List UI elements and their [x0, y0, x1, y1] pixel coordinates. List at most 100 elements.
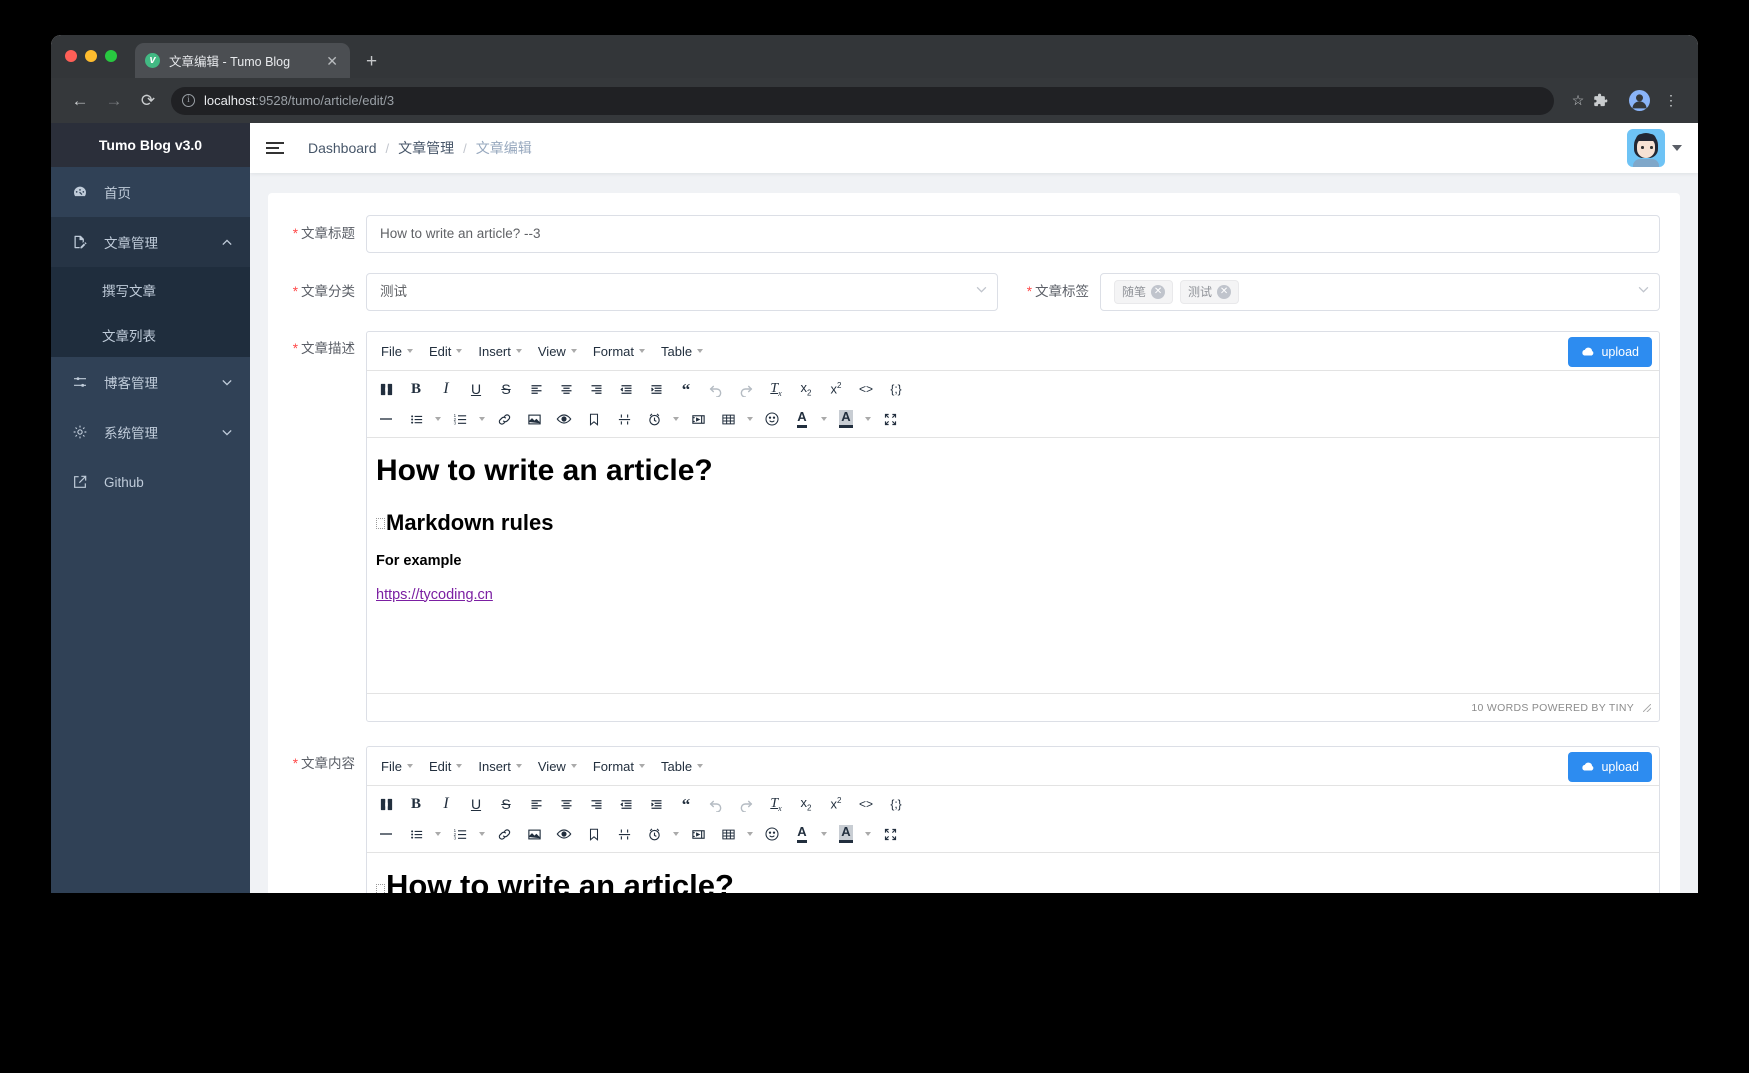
- avatar[interactable]: [1627, 129, 1665, 167]
- article-tags-input[interactable]: 随笔 ✕ 测试 ✕: [1100, 273, 1660, 311]
- redo-icon[interactable]: [731, 374, 761, 404]
- menu-table[interactable]: Table: [653, 340, 711, 363]
- chevron-down-icon[interactable]: [1672, 145, 1682, 151]
- undo-icon[interactable]: [701, 374, 731, 404]
- backcolor-icon[interactable]: A: [831, 819, 861, 849]
- align-center-icon[interactable]: [551, 374, 581, 404]
- align-right-icon[interactable]: [581, 789, 611, 819]
- sidebar-toggle-icon[interactable]: [266, 142, 286, 154]
- media-icon[interactable]: [683, 404, 713, 434]
- bullet-list-icon[interactable]: [401, 819, 431, 849]
- numbered-list-dropdown-icon[interactable]: [475, 404, 489, 434]
- link-icon[interactable]: [489, 819, 519, 849]
- new-tab-button[interactable]: +: [366, 52, 377, 71]
- insert-datetime-dropdown-icon[interactable]: [669, 819, 683, 849]
- align-left-icon[interactable]: [521, 789, 551, 819]
- resize-handle[interactable]: [1642, 703, 1651, 712]
- table-dropdown-icon[interactable]: [743, 819, 757, 849]
- numbered-list-icon[interactable]: 123: [445, 404, 475, 434]
- bold-icon[interactable]: B: [401, 374, 431, 404]
- outdent-icon[interactable]: [611, 789, 641, 819]
- menu-file[interactable]: File: [373, 340, 421, 363]
- remove-format-icon[interactable]: Tx: [761, 789, 791, 819]
- image-icon[interactable]: [519, 819, 549, 849]
- align-left-icon[interactable]: [521, 374, 551, 404]
- link-icon[interactable]: [489, 404, 519, 434]
- tag-chip[interactable]: 随笔 ✕: [1114, 280, 1174, 304]
- subscript-icon[interactable]: x2: [791, 374, 821, 404]
- sidebar-item-write-article[interactable]: 撰写文章: [51, 267, 250, 312]
- upload-button[interactable]: upload: [1568, 337, 1652, 367]
- blockquote-icon[interactable]: “: [671, 374, 701, 404]
- forecolor-icon[interactable]: A: [787, 819, 817, 849]
- code-icon[interactable]: <>: [851, 374, 881, 404]
- code-sample-icon[interactable]: {;}: [881, 374, 911, 404]
- code-sample-icon[interactable]: {;}: [881, 789, 911, 819]
- remove-format-icon[interactable]: Tx: [761, 374, 791, 404]
- superscript-icon[interactable]: x2: [821, 374, 851, 404]
- content-editor-body[interactable]: How to write an article? Markdown rules: [367, 853, 1659, 893]
- undo-icon[interactable]: [701, 789, 731, 819]
- article-category-select[interactable]: 测试: [366, 273, 998, 311]
- media-icon[interactable]: [683, 819, 713, 849]
- description-editor-body[interactable]: How to write an article? Markdown rules …: [367, 438, 1659, 693]
- reload-icon[interactable]: ⟳: [131, 91, 165, 111]
- underline-icon[interactable]: U: [461, 789, 491, 819]
- numbered-list-icon[interactable]: 123: [445, 819, 475, 849]
- backcolor-dropdown-icon[interactable]: [861, 404, 875, 434]
- back-icon[interactable]: ←: [63, 91, 97, 111]
- indent-icon[interactable]: [641, 374, 671, 404]
- bullet-list-icon[interactable]: [401, 404, 431, 434]
- align-right-icon[interactable]: [581, 374, 611, 404]
- close-icon[interactable]: ✕: [1217, 285, 1232, 299]
- searchreplace-icon[interactable]: [371, 789, 401, 819]
- article-title-input[interactable]: How to write an article? --3: [366, 215, 1660, 253]
- horizontal-rule-icon[interactable]: [371, 819, 401, 849]
- emoticons-icon[interactable]: [757, 404, 787, 434]
- code-icon[interactable]: <>: [851, 789, 881, 819]
- table-icon[interactable]: [713, 819, 743, 849]
- preview-icon[interactable]: [549, 819, 579, 849]
- tag-chip[interactable]: 测试 ✕: [1180, 280, 1240, 304]
- backcolor-dropdown-icon[interactable]: [861, 819, 875, 849]
- browser-menu-icon[interactable]: ⋮: [1656, 92, 1686, 109]
- anchor-icon[interactable]: [579, 819, 609, 849]
- menu-insert[interactable]: Insert: [470, 755, 530, 778]
- table-icon[interactable]: [713, 404, 743, 434]
- address-bar[interactable]: i localhost:9528/tumo/article/edit/3: [171, 86, 1554, 115]
- menu-table[interactable]: Table: [653, 755, 711, 778]
- table-dropdown-icon[interactable]: [743, 404, 757, 434]
- strikethrough-icon[interactable]: S: [491, 789, 521, 819]
- sidebar-item-blog-management[interactable]: 博客管理: [51, 357, 250, 407]
- doc-link[interactable]: https://tycoding.cn: [376, 587, 493, 603]
- forecolor-icon[interactable]: A: [787, 404, 817, 434]
- sidebar-item-article-management[interactable]: 文章管理: [51, 217, 250, 267]
- forecolor-dropdown-icon[interactable]: [817, 404, 831, 434]
- menu-format[interactable]: Format: [585, 340, 653, 363]
- subscript-icon[interactable]: x2: [791, 789, 821, 819]
- fullscreen-icon[interactable]: [875, 404, 905, 434]
- menu-format[interactable]: Format: [585, 755, 653, 778]
- sidebar-item-article-list[interactable]: 文章列表: [51, 312, 250, 357]
- fullscreen-icon[interactable]: [875, 819, 905, 849]
- breadcrumb-item-dashboard[interactable]: Dashboard: [308, 140, 377, 156]
- italic-icon[interactable]: I: [431, 374, 461, 404]
- forecolor-dropdown-icon[interactable]: [817, 819, 831, 849]
- searchreplace-icon[interactable]: [371, 374, 401, 404]
- insert-datetime-icon[interactable]: [639, 404, 669, 434]
- emoticons-icon[interactable]: [757, 819, 787, 849]
- pagebreak-icon[interactable]: [609, 819, 639, 849]
- upload-button[interactable]: upload: [1568, 752, 1652, 782]
- browser-tab[interactable]: v 文章编辑 - Tumo Blog ✕: [135, 43, 350, 78]
- menu-file[interactable]: File: [373, 755, 421, 778]
- bullet-list-dropdown-icon[interactable]: [431, 404, 445, 434]
- menu-view[interactable]: View: [530, 755, 585, 778]
- numbered-list-dropdown-icon[interactable]: [475, 819, 489, 849]
- underline-icon[interactable]: U: [461, 374, 491, 404]
- menu-view[interactable]: View: [530, 340, 585, 363]
- outdent-icon[interactable]: [611, 374, 641, 404]
- strikethrough-icon[interactable]: S: [491, 374, 521, 404]
- minimize-window-button[interactable]: [85, 50, 97, 62]
- align-center-icon[interactable]: [551, 789, 581, 819]
- bookmark-star-icon[interactable]: ☆: [1563, 92, 1593, 109]
